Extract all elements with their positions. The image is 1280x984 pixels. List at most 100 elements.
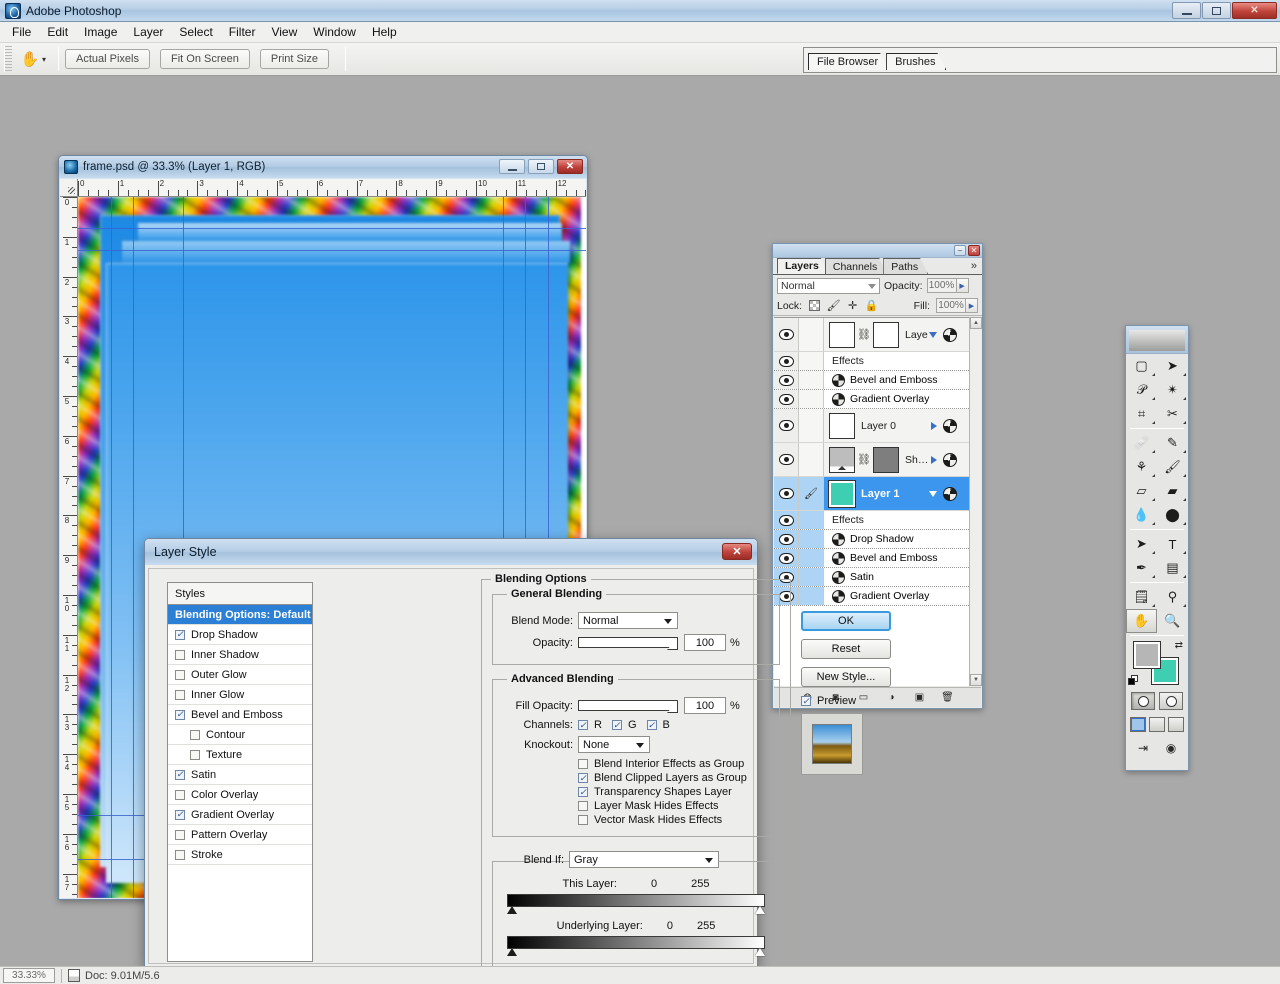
layers-scrollbar[interactable]: ▲ ▼ (969, 317, 982, 686)
layer-visibility-toggle[interactable] (774, 443, 799, 476)
style-list-item[interactable]: Texture (168, 745, 312, 765)
underlying-layer-black-marker[interactable] (507, 948, 517, 956)
slice-tool[interactable]: ✂ (1157, 402, 1188, 426)
standard-screen-mode-button[interactable] (1130, 717, 1146, 732)
menu-window[interactable]: Window (305, 23, 364, 41)
healing-brush-tool[interactable]: 🩹 (1126, 431, 1157, 455)
layer-mask-thumbnail[interactable] (873, 446, 899, 473)
menu-file[interactable]: File (4, 23, 39, 41)
layer-effect-row[interactable]: Gradient Overlay (774, 587, 969, 606)
tool-preset-chevron-down-icon[interactable]: ▾ (42, 55, 46, 64)
layer-link-toggle[interactable]: 🖌 (799, 477, 824, 510)
layer-effect-row[interactable]: Drop Shadow (774, 530, 969, 549)
style-list-item[interactable]: Contour (168, 725, 312, 745)
layer-link-toggle[interactable] (799, 443, 824, 476)
checkbox-icon[interactable] (175, 649, 185, 660)
new-style-button[interactable]: New Style... (801, 667, 891, 687)
checkbox-icon[interactable] (175, 769, 185, 780)
close-button[interactable]: ✕ (1232, 2, 1277, 19)
swap-colors-icon[interactable]: ⇄ (1175, 640, 1183, 651)
gradient-tool[interactable]: ▰ (1157, 479, 1188, 503)
magic-wand-tool[interactable]: ✴ (1157, 378, 1188, 402)
effect-entry[interactable]: Gradient Overlay (824, 392, 929, 406)
layer-row[interactable]: ⛓ Laye… (774, 318, 969, 352)
menu-filter[interactable]: Filter (221, 23, 264, 41)
style-list-item[interactable]: Gradient Overlay (168, 805, 312, 825)
path-selection-tool[interactable]: ➤ (1126, 532, 1157, 556)
checkbox-icon[interactable] (175, 789, 185, 800)
layers-palette-close-button[interactable]: ✕ (968, 245, 980, 256)
layer-effects-expander-icon[interactable] (931, 421, 937, 430)
mask-link-icon[interactable]: ⛓ (857, 328, 871, 341)
checkbox-icon[interactable] (175, 809, 185, 820)
transparency-lock-icon[interactable] (808, 299, 821, 312)
layer-effects-expander-icon[interactable] (929, 331, 937, 338)
opacity-slider[interactable] (578, 637, 678, 650)
tab-brushes[interactable]: Brushes (886, 53, 946, 70)
move-tool[interactable]: ➤ (1157, 354, 1188, 378)
layer-thumbnail[interactable] (829, 412, 855, 439)
advanced-blending-checkbox[interactable]: Vector Mask Hides Effects (578, 814, 771, 826)
layer-thumbnail[interactable] (829, 321, 855, 348)
channel-b-checkbox[interactable]: B (646, 719, 670, 731)
palette-menu-icon[interactable]: » (971, 260, 977, 272)
style-list-item[interactable]: Inner Shadow (168, 645, 312, 665)
layer-thumbnail[interactable] (829, 446, 855, 473)
layer-mask-thumbnail[interactable] (873, 321, 899, 348)
fill-value[interactable]: 100% (936, 298, 966, 313)
checkbox-icon[interactable] (175, 849, 185, 860)
menu-view[interactable]: View (263, 23, 305, 41)
effect-entry[interactable]: Bevel and Emboss (824, 551, 938, 565)
checkbox-icon[interactable] (175, 669, 185, 680)
opacity-slider-arrow-icon[interactable]: ▶ (956, 278, 969, 293)
layer-effect-row[interactable]: Satin (774, 568, 969, 587)
checkbox-icon[interactable] (190, 749, 200, 760)
document-close-button[interactable]: ✕ (557, 159, 583, 174)
paint-lock-icon[interactable]: 🖌 (827, 299, 841, 312)
fill-slider-arrow-icon[interactable]: ▶ (966, 298, 978, 313)
menu-image[interactable]: Image (76, 23, 125, 41)
underlying-layer-white-marker[interactable] (755, 948, 765, 956)
knockout-select[interactable]: None (578, 736, 650, 753)
effect-entry[interactable]: Gradient Overlay (824, 589, 929, 603)
new-layer-icon[interactable]: ▣ (913, 691, 927, 705)
style-list-item[interactable]: Pattern Overlay (168, 825, 312, 845)
crop-tool[interactable]: ⌗ (1126, 402, 1157, 426)
marquee-tool[interactable]: ▢ (1126, 354, 1157, 378)
advanced-blending-checkbox[interactable]: Blend Interior Effects as Group (578, 758, 771, 770)
checkbox-icon[interactable] (175, 709, 185, 720)
default-colors-icon[interactable] (1128, 675, 1139, 686)
actual-pixels-button[interactable]: Actual Pixels (65, 49, 150, 69)
layer-fx-icon[interactable] (943, 486, 957, 501)
style-list-item[interactable]: Satin (168, 765, 312, 785)
fill-opacity-slider[interactable] (578, 700, 678, 713)
standard-mask-mode-button[interactable] (1131, 692, 1155, 710)
effect-visibility-toggle[interactable] (774, 530, 799, 548)
document-titlebar[interactable]: frame.psd @ 33.3% (Layer 1, RGB) ✕ (59, 156, 587, 178)
menu-layer[interactable]: Layer (125, 23, 171, 41)
layer-fx-icon[interactable] (943, 327, 957, 342)
layer-effects-expander-icon[interactable] (929, 490, 937, 497)
blend-if-select[interactable]: Gray (569, 851, 719, 868)
mask-link-icon[interactable]: ⛓ (857, 453, 871, 466)
this-layer-black-marker[interactable] (507, 906, 517, 914)
layer-style-dialog-titlebar[interactable]: Layer Style ✕ (145, 539, 757, 565)
zoom-level-field[interactable]: 33.33% (3, 968, 55, 983)
pen-tool[interactable]: ✒ (1126, 556, 1157, 580)
layer-effects-header-row[interactable]: Effects (774, 352, 969, 371)
ok-button[interactable]: OK (801, 611, 891, 631)
brush-tool[interactable]: ✎ (1157, 431, 1188, 455)
checkbox-icon[interactable] (175, 829, 185, 840)
eraser-tool[interactable]: ▱ (1126, 479, 1157, 503)
eyedropper-tool[interactable]: ⚲ (1157, 585, 1188, 609)
tab-channels[interactable]: Channels (825, 258, 887, 274)
foreground-color-swatch[interactable] (1133, 641, 1161, 669)
tools-palette-header[interactable] (1126, 326, 1188, 354)
layer-link-toggle[interactable] (799, 409, 824, 442)
layer-style-dialog-close-button[interactable]: ✕ (722, 543, 752, 560)
opacity-input[interactable]: 100 (684, 634, 726, 651)
minimize-button[interactable] (1172, 2, 1201, 19)
guide-horizontal[interactable] (78, 250, 586, 251)
shape-tool[interactable]: ▤ (1157, 556, 1188, 580)
notes-tool[interactable]: 🗒 (1126, 585, 1157, 609)
